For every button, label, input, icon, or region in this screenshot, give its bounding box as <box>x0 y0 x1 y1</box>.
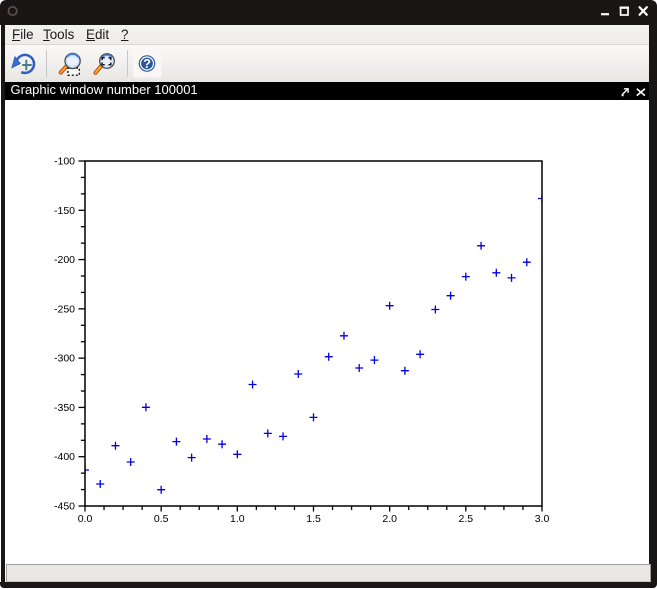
svg-text:-200: -200 <box>54 254 75 266</box>
svg-text:-100: -100 <box>54 156 75 168</box>
svg-text:-150: -150 <box>54 205 75 217</box>
svg-text:-300: -300 <box>54 353 75 365</box>
svg-text:-350: -350 <box>54 402 75 414</box>
svg-text:-400: -400 <box>54 451 75 463</box>
svg-text:?: ? <box>143 56 151 71</box>
svg-text:0.0: 0.0 <box>78 513 93 525</box>
svg-text:2.5: 2.5 <box>459 513 474 525</box>
svg-text:-250: -250 <box>54 303 75 315</box>
svg-text:0.5: 0.5 <box>154 513 169 525</box>
svg-text:1.0: 1.0 <box>230 513 245 525</box>
svg-text:3.0: 3.0 <box>535 513 550 525</box>
svg-text:2.0: 2.0 <box>382 513 397 525</box>
svg-text:1.5: 1.5 <box>306 513 321 525</box>
svg-text:-450: -450 <box>54 501 75 513</box>
